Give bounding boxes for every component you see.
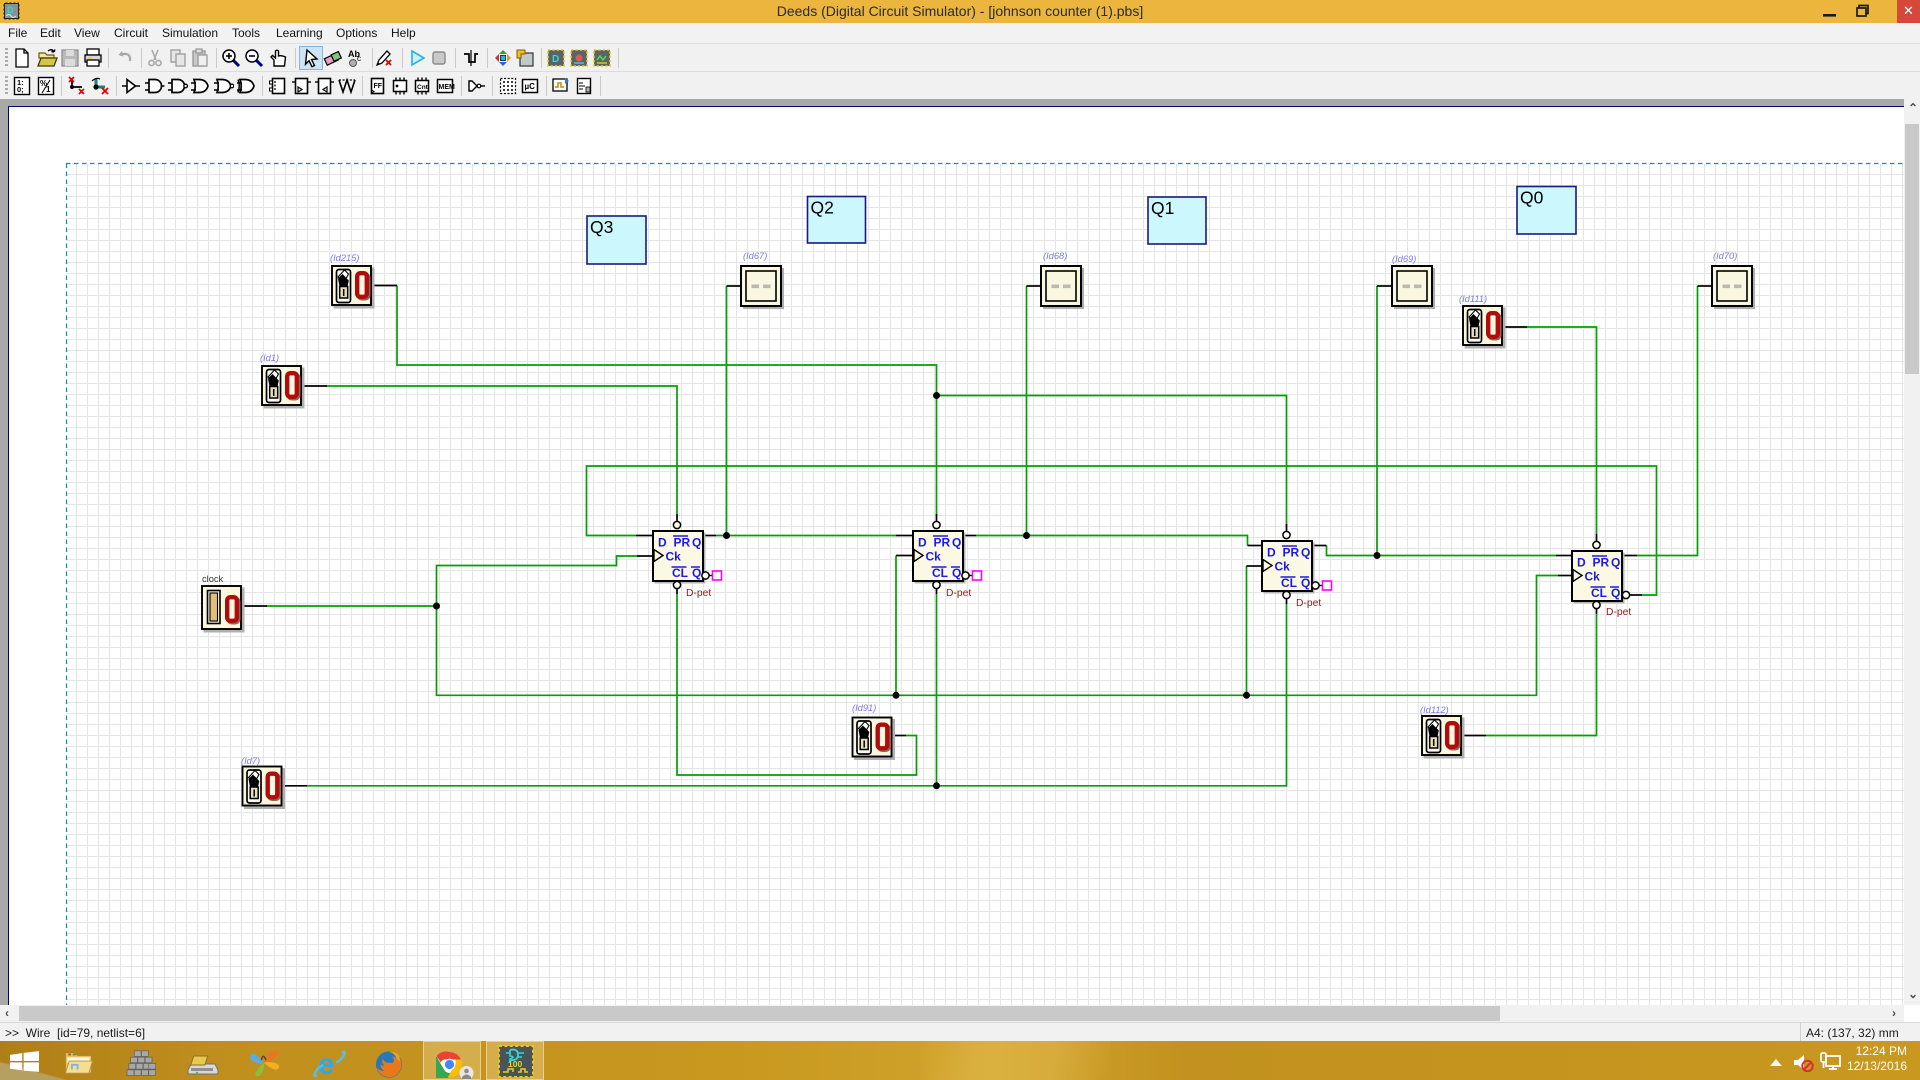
svg-text:clock: clock bbox=[202, 574, 224, 584]
svg-text:0;: 0; bbox=[17, 85, 24, 94]
svg-text:Q2: Q2 bbox=[811, 198, 834, 218]
svg-text:(Id70): (Id70) bbox=[1713, 251, 1737, 261]
svg-text:(Id111): (Id111) bbox=[1459, 294, 1487, 304]
svg-text:D-pet: D-pet bbox=[686, 588, 711, 599]
svg-text:(Id1): (Id1) bbox=[260, 353, 279, 363]
svg-text:Q3: Q3 bbox=[590, 217, 613, 237]
svg-text:FF: FF bbox=[374, 83, 383, 90]
svg-text:(Id68): (Id68) bbox=[1043, 251, 1067, 261]
svg-text:D-pet: D-pet bbox=[1606, 607, 1631, 618]
svg-text:(Id69): (Id69) bbox=[1392, 254, 1416, 264]
svg-text:(Id215): (Id215) bbox=[330, 253, 359, 263]
svg-text:Q1: Q1 bbox=[1151, 198, 1174, 218]
svg-text:(Id91): (Id91) bbox=[852, 703, 876, 713]
svg-text:(Id7): (Id7) bbox=[241, 756, 260, 766]
svg-text:c: c bbox=[357, 54, 361, 63]
svg-text:D-pet: D-pet bbox=[946, 588, 971, 599]
svg-text:e: e bbox=[318, 1049, 335, 1080]
svg-text:MEM: MEM bbox=[439, 84, 456, 91]
svg-text:D-pet: D-pet bbox=[1296, 598, 1321, 609]
svg-text:(Id67): (Id67) bbox=[743, 251, 767, 261]
svg-text:100: 100 bbox=[508, 1059, 522, 1069]
svg-text:1: 1 bbox=[46, 85, 51, 94]
svg-text:Cnt: Cnt bbox=[417, 84, 429, 91]
svg-text:D: D bbox=[7, 5, 14, 15]
svg-text:D: D bbox=[552, 54, 559, 65]
svg-text:(Id112): (Id112) bbox=[1420, 705, 1449, 715]
svg-text:µC: µC bbox=[525, 82, 536, 91]
svg-text:Q0: Q0 bbox=[1520, 188, 1544, 208]
